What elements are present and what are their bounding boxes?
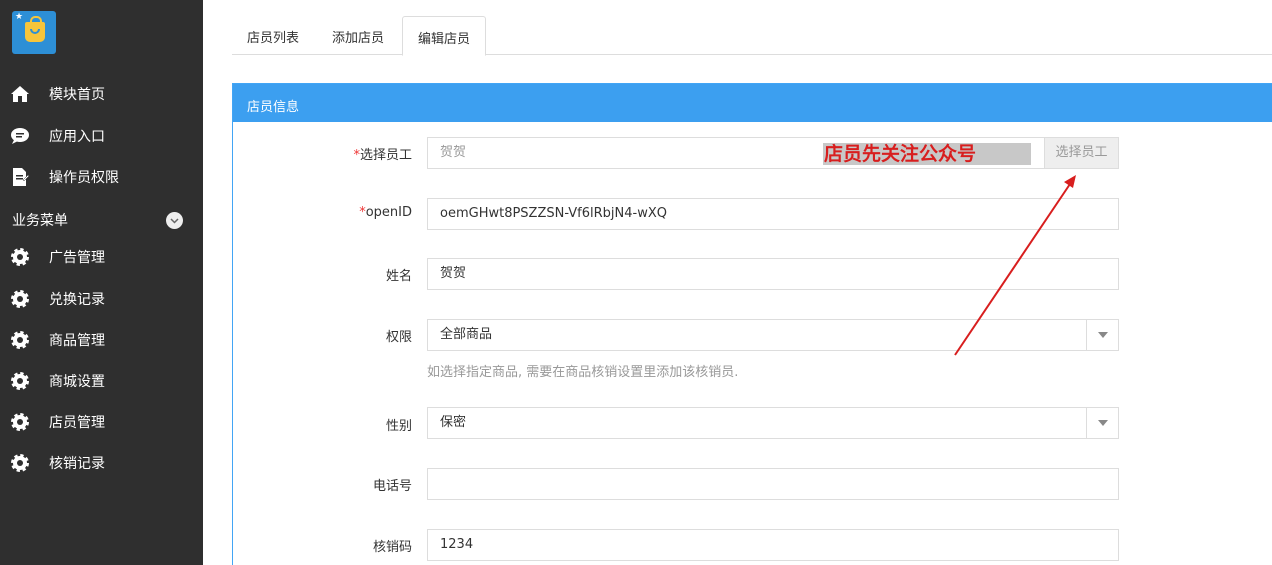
sidebar-item-label: 广告管理	[49, 250, 105, 266]
home-icon	[10, 84, 30, 104]
annotation-label: 店员先关注公众号	[823, 143, 1031, 165]
writeoff-code-input[interactable]: 1234	[427, 529, 1119, 561]
sidebar: ★ 模块首页 应用入口 操作员权限 业务菜单 广告管理 兑换记录 商品管理 商城…	[0, 0, 203, 565]
sidebar-item-label: 店员管理	[49, 415, 105, 431]
permission-select[interactable]: 全部商品	[427, 319, 1119, 351]
phone-input[interactable]	[427, 468, 1119, 500]
chevron-down-icon[interactable]	[1086, 319, 1119, 351]
gear-icon	[10, 453, 30, 473]
permission-label: 权限	[385, 330, 412, 345]
select-employee-button[interactable]: 选择员工	[1044, 137, 1119, 169]
shopping-bag-icon[interactable]: ★	[12, 11, 56, 54]
sidebar-item-label: 商城设置	[49, 374, 105, 390]
gender-select[interactable]: 保密	[427, 407, 1119, 439]
chevron-down-icon[interactable]	[1086, 407, 1119, 439]
gear-icon	[10, 289, 30, 309]
tab-edit-clerk[interactable]: 编辑店员	[402, 16, 486, 56]
chat-bubble-icon	[10, 126, 30, 146]
chevron-down-icon[interactable]	[166, 212, 183, 229]
gear-icon	[10, 412, 30, 432]
gear-icon	[10, 371, 30, 391]
permission-value: 全部商品	[440, 327, 493, 342]
panel-title: 店员信息	[233, 84, 1272, 122]
gear-icon	[10, 247, 30, 267]
sidebar-item-label: 模块首页	[49, 87, 105, 103]
employee-label: *选择员工	[353, 148, 412, 163]
openid-input[interactable]: oemGHwt8PSZZSN-Vf6lRbjN4-wXQ	[427, 198, 1119, 230]
sidebar-item-clerk-management[interactable]: 店员管理	[0, 407, 203, 437]
sidebar-item-writeoff-records[interactable]: 核销记录	[0, 448, 203, 478]
gender-label: 性别	[385, 419, 412, 434]
gender-value: 保密	[440, 415, 467, 430]
sidebar-item-exchange-records[interactable]: 兑换记录	[0, 284, 203, 314]
phone-label: 电话号	[372, 479, 412, 494]
sidebar-section-business[interactable]: 业务菜单	[0, 204, 203, 234]
tab-bar: 店员列表 添加店员 编辑店员	[232, 16, 1272, 56]
sidebar-section-label: 业务菜单	[12, 213, 68, 229]
sidebar-item-label: 核销记录	[49, 456, 105, 472]
writeoff-code-label: 核销码	[372, 540, 412, 555]
tab-clerk-list[interactable]: 店员列表	[232, 16, 314, 55]
openid-label: *openID	[359, 205, 412, 220]
name-input[interactable]: 贺贺	[427, 258, 1119, 290]
document-edit-icon	[10, 167, 30, 187]
sidebar-item-label: 商品管理	[49, 333, 105, 349]
sidebar-item-label: 操作员权限	[49, 170, 119, 186]
sidebar-item-module-home[interactable]: 模块首页	[0, 79, 203, 109]
sidebar-item-ad-management[interactable]: 广告管理	[0, 242, 203, 272]
sidebar-item-label: 应用入口	[49, 129, 105, 145]
sidebar-item-mall-settings[interactable]: 商城设置	[0, 366, 203, 396]
tab-add-clerk[interactable]: 添加店员	[318, 16, 398, 55]
permission-help-text: 如选择指定商品, 需要在商品核销设置里添加该核销员.	[427, 365, 739, 380]
sidebar-item-label: 兑换记录	[49, 292, 105, 308]
name-label: 姓名	[385, 269, 412, 284]
sidebar-item-app-entry[interactable]: 应用入口	[0, 121, 203, 151]
sidebar-item-product-management[interactable]: 商品管理	[0, 325, 203, 355]
sidebar-item-operator-permission[interactable]: 操作员权限	[0, 162, 203, 192]
gear-icon	[10, 330, 30, 350]
